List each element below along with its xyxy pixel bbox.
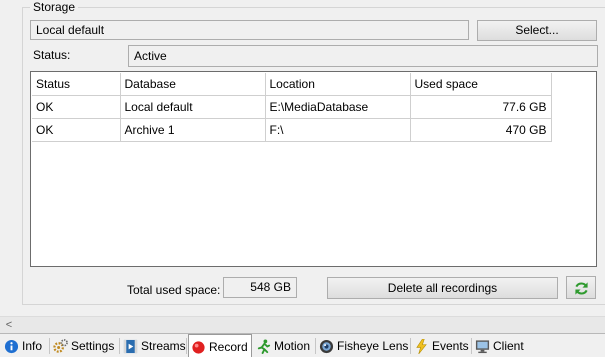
events-icon — [416, 339, 427, 354]
refresh-icon — [575, 282, 588, 295]
delete-all-recordings-button[interactable]: Delete all recordings — [327, 277, 558, 299]
cell-status: OK — [32, 117, 121, 142]
storage-table[interactable]: Status Database Location Used space OK L… — [30, 71, 597, 267]
select-storage-button[interactable]: Select... — [477, 20, 597, 41]
tab-strip: Info Settings Streams Record Motion Fish… — [0, 333, 605, 357]
storage-name-field[interactable]: Local default — [30, 20, 469, 40]
tab-fisheye-lens[interactable]: Fisheye Lens — [317, 336, 409, 357]
tab-separator — [410, 338, 411, 354]
tab-separator — [49, 338, 50, 354]
table-row[interactable]: OK Local default E:\MediaDatabase 77.6 G… — [32, 94, 552, 119]
tab-separator — [315, 338, 316, 354]
info-icon — [4, 339, 19, 354]
tab-settings[interactable]: Settings — [51, 336, 119, 357]
status-value-field[interactable]: Active — [128, 45, 598, 67]
tab-info-label: Info — [22, 339, 43, 353]
total-used-space-value[interactable]: 548 GB — [223, 277, 297, 298]
cell-location: F:\ — [264, 117, 411, 142]
cell-used-space: 77.6 GB — [409, 94, 552, 119]
storage-group-title: Storage — [30, 0, 79, 14]
cell-database: Archive 1 — [119, 117, 266, 142]
tab-separator — [471, 338, 472, 354]
client-icon — [475, 340, 490, 354]
status-label: Status: — [33, 48, 71, 62]
refresh-button[interactable] — [566, 276, 596, 299]
fisheye-lens-icon — [319, 339, 334, 354]
tab-motion[interactable]: Motion — [254, 336, 314, 357]
column-header-location[interactable]: Location — [264, 73, 411, 96]
tab-client-label: Client — [493, 339, 524, 353]
cell-database: Local default — [119, 94, 266, 119]
table-header-row: Status Database Location Used space — [32, 73, 552, 96]
motion-icon — [257, 339, 271, 354]
cell-location: E:\MediaDatabase — [264, 94, 411, 119]
settings-icon — [53, 339, 68, 353]
total-used-space-label: Total used space: — [127, 283, 221, 297]
tab-streams-label: Streams — [141, 339, 186, 353]
column-header-database[interactable]: Database — [119, 73, 266, 96]
tab-separator — [119, 338, 120, 354]
cell-used-space: 470 GB — [409, 117, 552, 142]
tab-streams[interactable]: Streams — [121, 336, 186, 357]
horizontal-scrollbar[interactable]: < — [0, 316, 605, 333]
tab-record[interactable]: Record — [188, 334, 252, 357]
tab-fisheye-lens-label: Fisheye Lens — [337, 339, 409, 353]
scroll-left-arrow[interactable]: < — [3, 319, 15, 332]
tab-events-label: Events — [432, 339, 469, 353]
streams-icon — [123, 339, 138, 354]
tab-record-label: Record — [209, 340, 248, 354]
cell-status: OK — [32, 94, 121, 119]
tab-events[interactable]: Events — [412, 336, 470, 357]
tab-motion-label: Motion — [274, 339, 311, 353]
column-header-status[interactable]: Status — [32, 73, 121, 96]
record-icon — [192, 341, 205, 354]
tab-settings-label: Settings — [71, 339, 115, 353]
tab-client[interactable]: Client — [473, 336, 531, 357]
storage-grid: Status Database Location Used space OK L… — [32, 73, 552, 142]
tab-separator — [186, 338, 187, 354]
table-row[interactable]: OK Archive 1 F:\ 470 GB — [32, 117, 552, 142]
column-header-used-space[interactable]: Used space — [409, 73, 552, 96]
tab-info[interactable]: Info — [2, 336, 48, 357]
